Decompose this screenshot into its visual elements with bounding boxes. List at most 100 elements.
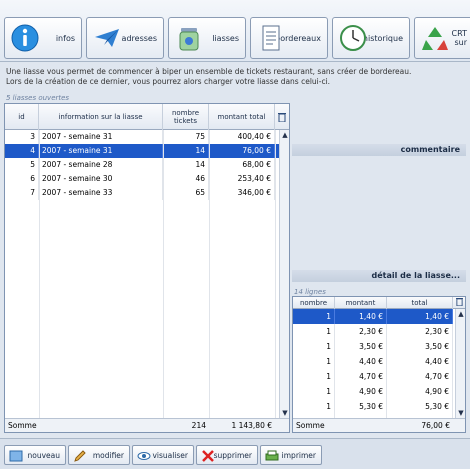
detail-row[interactable]: 1 4,40 €4,40 € bbox=[293, 354, 453, 369]
detail-cell-montant: 3,50 € bbox=[335, 339, 387, 354]
detail-footer: Somme 76,00 € bbox=[293, 418, 465, 432]
imprimer-label: imprimer bbox=[281, 450, 316, 460]
cell-tickets: 75 bbox=[163, 130, 209, 144]
liasses-scrollbar[interactable]: ▲ ▼ bbox=[279, 130, 289, 418]
detail-trash-icon[interactable] bbox=[453, 297, 465, 309]
cell-tickets: 14 bbox=[163, 158, 209, 172]
cell-tickets: 65 bbox=[163, 186, 209, 200]
table-row[interactable]: 5 2007 - semaine 28 14 68,00 € bbox=[5, 158, 279, 172]
detail-cell-montant: 4,70 € bbox=[335, 369, 387, 384]
detail-row[interactable]: 1 5,30 €5,30 € bbox=[293, 399, 453, 414]
edit-icon bbox=[74, 450, 86, 462]
detail-row[interactable]: 1 3,50 €3,50 € bbox=[293, 339, 453, 354]
column-header-detail-total[interactable]: total bbox=[387, 297, 453, 309]
detail-footer-total: 76,00 € bbox=[421, 421, 450, 430]
column-header-info[interactable]: information sur la liasse bbox=[39, 104, 163, 130]
historique-button[interactable]: historique bbox=[332, 17, 410, 59]
column-header-total[interactable]: montant total bbox=[209, 104, 275, 130]
adresses-label: adresses bbox=[121, 33, 157, 43]
column-header-montant[interactable]: montant bbox=[335, 297, 387, 309]
table-row[interactable]: 7 2007 - semaine 33 65 346,00 € bbox=[5, 186, 279, 200]
cell-id: 4 bbox=[5, 144, 39, 158]
detail-scrollbar[interactable]: ▲ ▼ bbox=[455, 309, 465, 418]
visualiser-button[interactable]: visualiser bbox=[132, 445, 194, 465]
footer-total: 1 143,80 € bbox=[231, 421, 272, 430]
liasses-footer: Somme 214 1 143,80 € bbox=[5, 418, 289, 432]
print-icon bbox=[265, 450, 279, 461]
detail-cell-total: 5,30 € bbox=[387, 399, 453, 414]
recycle-icon bbox=[422, 27, 448, 50]
cell-total: 76,00 € bbox=[209, 144, 275, 158]
jar-icon bbox=[179, 28, 199, 51]
cell-total: 346,00 € bbox=[209, 186, 275, 200]
detail-title: détail de la liasse... bbox=[292, 270, 466, 282]
bordereaux-button[interactable]: bordereaux bbox=[250, 17, 328, 59]
document-icon bbox=[262, 25, 280, 51]
cell-info: 2007 - semaine 30 bbox=[39, 172, 163, 186]
trash-icon[interactable] bbox=[275, 104, 289, 130]
cell-tickets: 14 bbox=[163, 144, 209, 158]
detail-cell-nombre: 1 bbox=[293, 369, 335, 384]
cell-info: 2007 - semaine 33 bbox=[39, 186, 163, 200]
column-header-id[interactable]: id bbox=[5, 104, 39, 130]
paper-plane-icon bbox=[95, 29, 119, 47]
liasses-button[interactable]: liasses bbox=[168, 17, 246, 59]
detail-scroll-up-icon[interactable]: ▲ bbox=[456, 309, 466, 319]
supprimer-button[interactable]: supprimer bbox=[196, 445, 258, 465]
intro-line-1: Une liasse vous permet de commencer à bi… bbox=[6, 67, 412, 76]
footer-tickets: 214 bbox=[191, 421, 206, 430]
detail-cell-montant: 1,40 € bbox=[335, 309, 387, 324]
detail-cell-total: 4,40 € bbox=[387, 354, 453, 369]
table-row[interactable]: 6 2007 - semaine 30 46 253,40 € bbox=[5, 172, 279, 186]
main-toolbar: infos adresses liasses bordereaux histor… bbox=[0, 0, 470, 62]
liasses-label: liasses bbox=[212, 33, 239, 43]
detail-row[interactable]: 1 4,90 €4,90 € bbox=[293, 384, 453, 399]
liasses-count: 5 liasses ouvertes bbox=[6, 94, 70, 102]
imprimer-button[interactable]: imprimer bbox=[260, 445, 322, 465]
commentaire-area[interactable] bbox=[292, 157, 466, 267]
table-row[interactable]: 3 2007 - semaine 31 75 400,40 € bbox=[5, 130, 279, 144]
detail-row[interactable]: 1 2,30 €2,30 € bbox=[293, 324, 453, 339]
footer-label: Somme bbox=[8, 421, 37, 430]
detail-cell-nombre: 1 bbox=[293, 354, 335, 369]
detail-footer-label: Somme bbox=[296, 421, 325, 430]
detail-cell-montant: 5,30 € bbox=[335, 399, 387, 414]
detail-cell-montant: 4,90 € bbox=[335, 384, 387, 399]
modifier-label: modifier bbox=[92, 450, 124, 460]
detail-cell-montant: 4,40 € bbox=[335, 354, 387, 369]
cell-info: 2007 - semaine 31 bbox=[39, 144, 163, 158]
column-header-nombre[interactable]: nombre bbox=[293, 297, 335, 309]
crt-button[interactable]: CRT sur bbox=[414, 17, 470, 59]
nouveau-button[interactable]: nouveau bbox=[4, 445, 66, 465]
infos-label: infos bbox=[55, 33, 75, 43]
modifier-button[interactable]: modifier bbox=[68, 445, 130, 465]
cell-id: 6 bbox=[5, 172, 39, 186]
cell-info: 2007 - semaine 31 bbox=[39, 130, 163, 144]
detail-row[interactable]: 1 1,40 €1,40 € bbox=[293, 309, 453, 324]
cell-total: 253,40 € bbox=[209, 172, 275, 186]
detail-table: nombre montant total 1 1,40 €1,40 €1 2,30 … bbox=[292, 296, 466, 433]
cell-info: 2007 - semaine 28 bbox=[39, 158, 163, 172]
scroll-down-icon[interactable]: ▼ bbox=[280, 408, 290, 418]
detail-cell-nombre: 1 bbox=[293, 399, 335, 414]
infos-button[interactable]: infos bbox=[4, 17, 82, 59]
detail-row[interactable]: 1 4,70 €4,70 € bbox=[293, 369, 453, 384]
new-icon bbox=[9, 450, 23, 462]
cell-total: 400,40 € bbox=[209, 130, 275, 144]
table-row[interactable]: 4 2007 - semaine 31 14 76,00 € bbox=[5, 144, 279, 158]
detail-cell-total: 3,50 € bbox=[387, 339, 453, 354]
eye-icon bbox=[137, 452, 151, 460]
detail-count: 14 lignes bbox=[294, 288, 326, 296]
cell-id: 3 bbox=[5, 130, 39, 144]
detail-table-header: nombre montant total bbox=[293, 297, 465, 309]
detail-cell-total: 2,30 € bbox=[387, 324, 453, 339]
detail-scroll-down-icon[interactable]: ▼ bbox=[456, 408, 466, 418]
detail-cell-nombre: 1 bbox=[293, 384, 335, 399]
column-header-tickets[interactable]: nombre tickets bbox=[163, 104, 209, 130]
detail-cell-nombre: 1 bbox=[293, 324, 335, 339]
scroll-up-icon[interactable]: ▲ bbox=[280, 130, 290, 140]
cell-total: 68,00 € bbox=[209, 158, 275, 172]
action-bar: nouveau modifier visualiser supprimer im… bbox=[0, 438, 470, 469]
adresses-button[interactable]: adresses bbox=[86, 17, 164, 59]
detail-cell-total: 1,40 € bbox=[387, 309, 453, 324]
